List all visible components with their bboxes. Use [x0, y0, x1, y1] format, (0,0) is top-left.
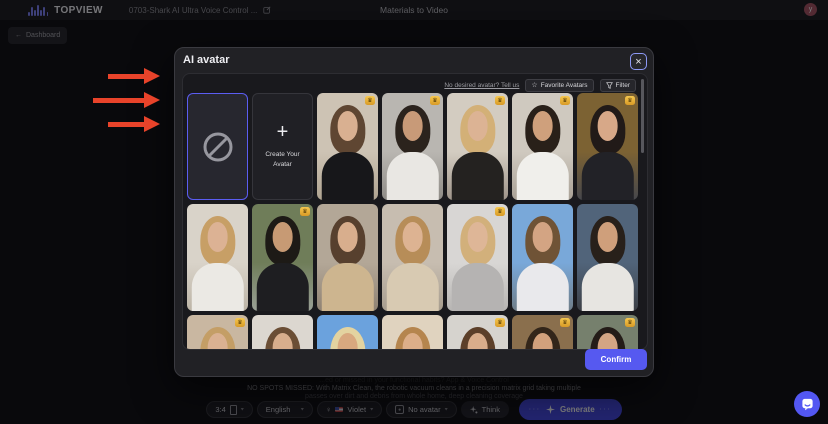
avatar-face [337, 222, 358, 252]
favorite-avatars-button[interactable]: ☆ Favorite Avatars [525, 79, 593, 92]
avatar-torso [451, 152, 503, 200]
premium-crown-badge: ♛ [365, 96, 375, 105]
chat-launcher-button[interactable] [794, 391, 820, 417]
avatar-face [337, 111, 358, 141]
premium-crown-badge: ♛ [625, 318, 635, 327]
avatar-grid: + Create Your Avatar ♛ ♛ ♛ ♛ ♛ ♛ ♛ ♛ ♛ ♛ ♛ [187, 93, 639, 349]
avatar-face [402, 222, 423, 252]
premium-crown-badge: ♛ [495, 96, 505, 105]
avatar-panel: No desired avatar? Tell us ☆ Favorite Av… [182, 73, 648, 350]
confirm-button[interactable]: Confirm [585, 349, 647, 370]
red-arrow-annotation [108, 68, 160, 84]
avatar-torso [321, 152, 373, 200]
create-avatar-cell[interactable]: + Create Your Avatar [252, 93, 313, 200]
avatar-torso [256, 263, 308, 311]
avatar-torso [516, 152, 568, 200]
avatar-face [467, 222, 488, 252]
create-avatar-label: Create Your Avatar [261, 150, 305, 170]
avatar-torso [191, 263, 243, 311]
avatar-photo-cell[interactable] [382, 204, 443, 311]
red-arrow-annotation [108, 116, 160, 132]
premium-crown-badge: ♛ [625, 96, 635, 105]
no-avatar-cell-selected[interactable] [187, 93, 248, 200]
avatar-photo-cell[interactable]: ♛ [447, 204, 508, 311]
premium-crown-badge: ♛ [430, 96, 440, 105]
modal-title: AI avatar [183, 54, 229, 66]
avatar-face [272, 222, 293, 252]
premium-crown-badge: ♛ [235, 318, 245, 327]
premium-crown-badge: ♛ [560, 96, 570, 105]
avatar-photo-cell[interactable] [512, 204, 573, 311]
screen: TOPVIEW 0703-Shark AI Ultra Voice Contro… [0, 0, 828, 424]
avatar-face [402, 111, 423, 141]
avatar-face [597, 222, 618, 252]
premium-crown-badge: ♛ [495, 318, 505, 327]
avatar-torso [581, 152, 633, 200]
avatar-torso [516, 263, 568, 311]
avatar-torso [386, 263, 438, 311]
avatar-photo-cell[interactable]: ♛ [317, 93, 378, 200]
avatar-photo-cell[interactable]: ♛ [447, 315, 508, 349]
avatar-photo-cell[interactable] [382, 315, 443, 349]
avatar-photo-cell[interactable]: ♛ [577, 93, 638, 200]
filter-icon [606, 82, 613, 89]
chat-bubble-icon [801, 398, 814, 411]
avatar-face [207, 222, 228, 252]
avatar-photo-cell[interactable] [252, 315, 313, 349]
premium-crown-badge: ♛ [300, 207, 310, 216]
avatar-photo-cell[interactable] [187, 204, 248, 311]
filter-label: Filter [616, 82, 630, 89]
avatar-photo-cell[interactable] [577, 204, 638, 311]
avatar-face [597, 111, 618, 141]
plus-icon: + [253, 122, 312, 142]
avatar-photo-cell[interactable]: ♛ [577, 315, 638, 349]
avatar-panel-toolbar: No desired avatar? Tell us ☆ Favorite Av… [444, 78, 636, 92]
red-arrow-annotation [93, 92, 160, 108]
favorite-avatars-label: Favorite Avatars [541, 82, 588, 89]
premium-crown-badge: ♛ [495, 207, 505, 216]
avatar-photo-cell[interactable]: ♛ [512, 93, 573, 200]
avatar-photo-cell[interactable]: ♛ [252, 204, 313, 311]
scrollbar-thumb[interactable] [641, 79, 644, 153]
avatar-torso [386, 152, 438, 200]
avatar-photo-cell[interactable]: ♛ [447, 93, 508, 200]
avatar-torso [451, 263, 503, 311]
avatar-face [532, 111, 553, 141]
premium-crown-badge: ♛ [560, 318, 570, 327]
avatar-face [467, 111, 488, 141]
filter-button[interactable]: Filter [600, 79, 636, 92]
avatar-photo-cell[interactable]: ♛ [512, 315, 573, 349]
avatar-torso [321, 263, 373, 311]
prohibition-icon [201, 130, 235, 164]
avatar-photo-cell[interactable] [317, 315, 378, 349]
avatar-photo-cell[interactable]: ♛ [187, 315, 248, 349]
request-avatar-link[interactable]: No desired avatar? Tell us [444, 82, 519, 89]
avatar-face [532, 222, 553, 252]
avatar-photo-cell[interactable]: ♛ [382, 93, 443, 200]
avatar-torso [581, 263, 633, 311]
star-icon: ☆ [531, 82, 537, 89]
close-icon[interactable]: × [630, 53, 647, 70]
avatar-photo-cell[interactable] [317, 204, 378, 311]
ai-avatar-modal: AI avatar × No desired avatar? Tell us ☆… [174, 47, 654, 377]
